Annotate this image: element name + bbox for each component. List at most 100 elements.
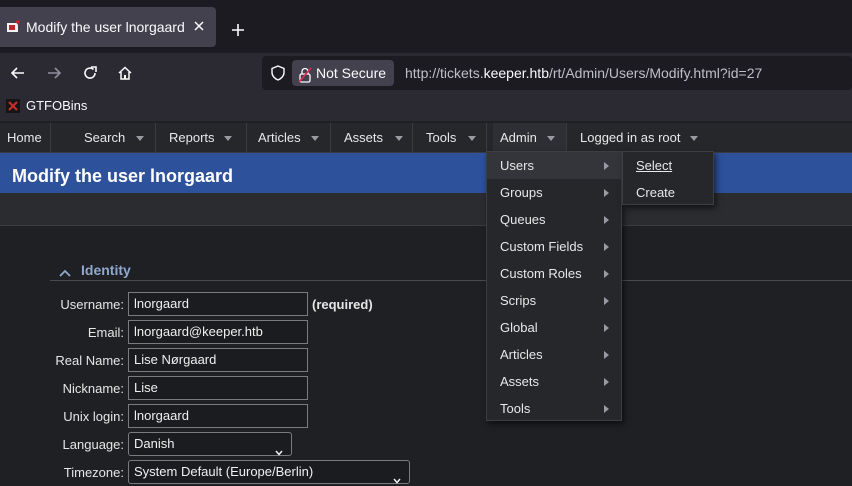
admin-menu-articles-label: Articles: [500, 347, 543, 362]
menu-home-label: Home: [7, 130, 42, 145]
browser-navbar: Not Secure http://tickets.keeper.htb/rt/…: [0, 53, 852, 93]
url-text[interactable]: http://tickets.keeper.htb/rt/Admin/Users…: [405, 65, 762, 81]
users-submenu-select[interactable]: Select: [623, 152, 713, 179]
timezone-label: Timezone:: [63, 465, 124, 480]
chevron-right-icon: [604, 162, 609, 170]
chevron-down-icon: [393, 469, 401, 484]
menu-articles-label: Articles: [258, 130, 301, 145]
chevron-right-icon: [604, 378, 609, 386]
url-prefix: http://tickets.: [405, 65, 484, 81]
admin-menu-users-label: Users: [500, 158, 534, 173]
admin-menu-queues-label: Queues: [500, 212, 546, 227]
chevron-right-icon: [604, 324, 609, 332]
menu-logged-in[interactable]: Logged in as root: [573, 123, 714, 153]
page-title-bar: Modify the user lnorgaard: [0, 153, 852, 193]
bookmark-gtfobins[interactable]: GTFOBins: [6, 98, 87, 113]
close-icon[interactable]: [192, 19, 206, 33]
admin-menu-global[interactable]: Global: [487, 314, 621, 341]
chevron-right-icon: [604, 351, 609, 359]
bookmarks-toolbar: GTFOBins: [0, 93, 852, 121]
language-select[interactable]: Danish: [128, 432, 292, 456]
language-row: Language: Danish: [0, 432, 852, 456]
admin-menu-articles[interactable]: Articles: [487, 341, 621, 368]
security-indicator[interactable]: Not Secure: [292, 60, 395, 86]
new-tab-plus-icon[interactable]: [228, 20, 248, 40]
admin-menu-assets[interactable]: Assets: [487, 368, 621, 395]
admin-menu-assets-label: Assets: [500, 374, 540, 389]
menu-admin-label: Admin: [500, 130, 537, 145]
admin-menu-users[interactable]: Users: [487, 152, 621, 179]
unixlogin-field[interactable]: lnorgaard: [128, 404, 308, 428]
menu-reports-label: Reports: [169, 130, 215, 145]
admin-menu-global-label: Global: [500, 320, 538, 335]
menu-tools[interactable]: Tools: [419, 123, 487, 153]
chevron-right-icon: [604, 270, 609, 278]
rt-main-menu: Home Search Reports Articles Assets Tool…: [0, 123, 852, 153]
timezone-select[interactable]: System Default (Europe/Berlin): [128, 460, 410, 484]
browser-tab[interactable]: Modify the user lnorgaard: [0, 7, 216, 47]
menu-reports[interactable]: Reports: [162, 123, 247, 153]
chevron-right-icon: [604, 297, 609, 305]
admin-menu-queues[interactable]: Queues: [487, 206, 621, 233]
gtfobins-favicon-icon: [6, 98, 20, 113]
users-submenu-create[interactable]: Create: [623, 179, 713, 206]
forward-arrow-icon[interactable]: [42, 61, 66, 85]
chevron-down-icon: [468, 136, 476, 141]
url-path: /rt/Admin/Users/Modify.html?id=27: [548, 65, 763, 81]
unixlogin-label: Unix login:: [63, 409, 124, 424]
admin-menu-custom-roles[interactable]: Custom Roles: [487, 260, 621, 287]
chevron-right-icon: [604, 243, 609, 251]
email-row: Email: lnorgaard@keeper.htb: [0, 320, 852, 344]
realname-row: Real Name: Lise Nørgaard: [0, 348, 852, 372]
menu-assets[interactable]: Assets: [337, 123, 413, 153]
browser-tabstrip: Modify the user lnorgaard: [0, 0, 852, 53]
chevron-up-icon[interactable]: [59, 264, 71, 277]
menu-home[interactable]: Home: [0, 123, 51, 153]
chevron-right-icon: [604, 189, 609, 197]
section-title: Identity: [81, 262, 131, 278]
chevron-right-icon: [604, 216, 609, 224]
realname-label: Real Name:: [55, 353, 124, 368]
timezone-row: Timezone: System Default (Europe/Berlin): [0, 460, 852, 484]
rt-favicon-icon: [6, 19, 22, 35]
page-title: Modify the user lnorgaard: [12, 166, 234, 186]
tracking-shield-icon[interactable]: [270, 65, 286, 81]
admin-menu-groups[interactable]: Groups: [487, 179, 621, 206]
language-value: Danish: [134, 436, 175, 451]
users-submenu-select-label: Select: [636, 158, 673, 173]
username-field[interactable]: lnorgaard: [128, 292, 308, 316]
admin-menu-scrips[interactable]: Scrips: [487, 287, 621, 314]
admin-menu-custom-fields-label: Custom Fields: [500, 239, 584, 254]
chevron-down-icon: [275, 441, 283, 456]
users-submenu: Select Create: [622, 151, 714, 205]
home-icon[interactable]: [113, 61, 137, 85]
menu-search[interactable]: Search: [77, 123, 156, 153]
required-note: (required): [312, 297, 373, 312]
back-arrow-icon[interactable]: [6, 61, 30, 85]
chevron-down-icon: [547, 136, 555, 141]
menu-admin[interactable]: Admin: [493, 123, 567, 153]
menu-search-label: Search: [84, 130, 126, 145]
nickname-field[interactable]: Lise: [128, 376, 308, 400]
menu-assets-label: Assets: [344, 130, 384, 145]
username-label: Username:: [60, 297, 124, 312]
chevron-right-icon: [604, 405, 609, 413]
admin-menu-tools-label: Tools: [500, 401, 531, 416]
email-label: Email:: [87, 325, 124, 340]
reload-icon[interactable]: [78, 61, 102, 85]
username-row: Username: lnorgaard (required): [0, 292, 852, 316]
admin-menu-custom-roles-label: Custom Roles: [500, 266, 582, 281]
realname-field[interactable]: Lise Nørgaard: [128, 348, 308, 372]
menu-articles[interactable]: Articles: [251, 123, 331, 153]
identity-section-header[interactable]: Identity: [50, 259, 852, 281]
admin-menu-scrips-label: Scrips: [500, 293, 537, 308]
admin-menu-tools[interactable]: Tools: [487, 395, 621, 422]
email-field[interactable]: lnorgaard@keeper.htb: [128, 320, 308, 344]
nickname-label: Nickname:: [62, 381, 124, 396]
unixlogin-row: Unix login: lnorgaard: [0, 404, 852, 428]
menu-tools-label: Tools: [426, 130, 457, 145]
address-bar[interactable]: Not Secure http://tickets.keeper.htb/rt/…: [262, 56, 852, 90]
tab-title: Modify the user lnorgaard: [26, 19, 185, 35]
admin-menu-custom-fields[interactable]: Custom Fields: [487, 233, 621, 260]
security-label: Not Secure: [316, 65, 387, 81]
